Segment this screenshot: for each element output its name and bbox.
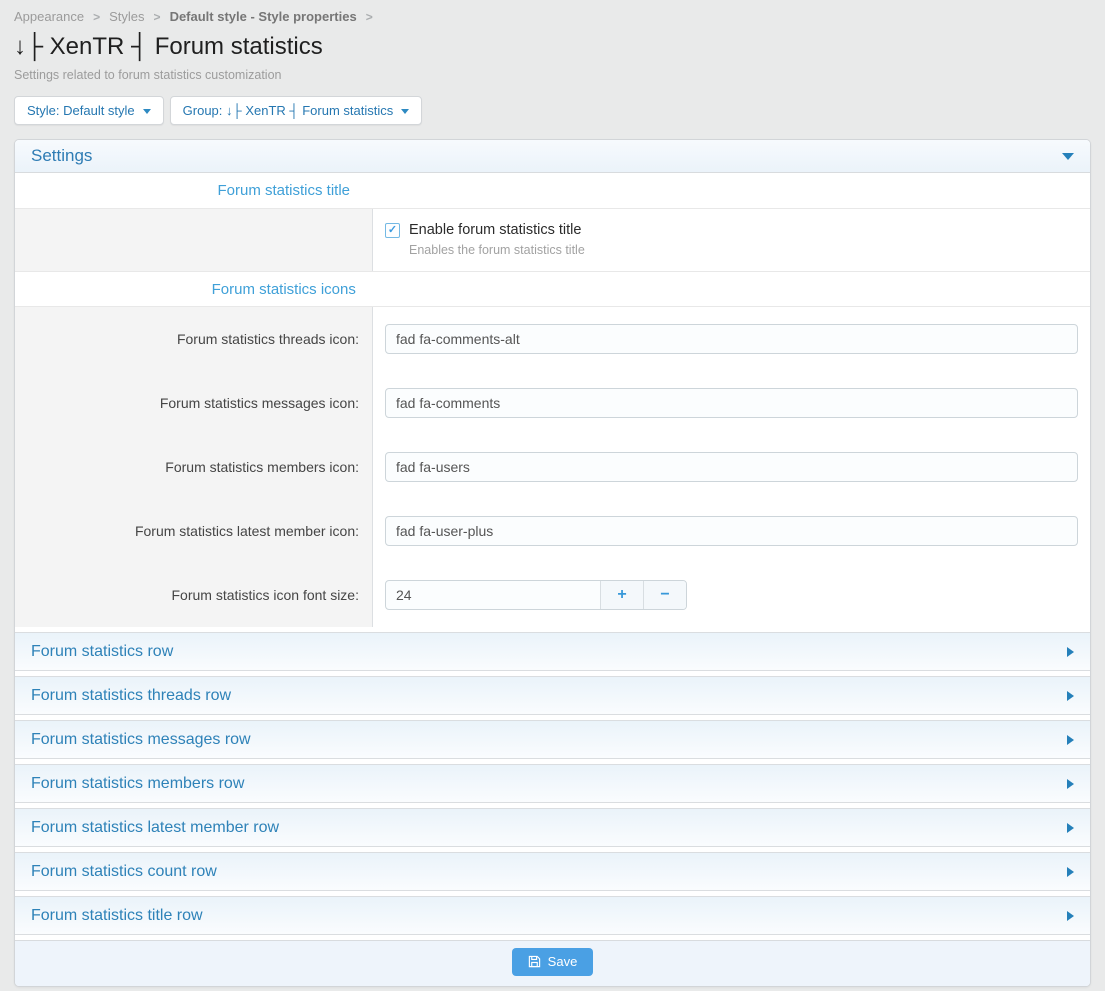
section-forum-statistics-members-row[interactable]: Forum statistics members row — [15, 764, 1090, 803]
collapse-arrow-right-icon — [1067, 735, 1074, 745]
latest-member-icon-label: Forum statistics latest member icon: — [15, 499, 373, 563]
save-button-label: Save — [548, 954, 578, 969]
latest-member-icon-row: Forum statistics latest member icon: — [15, 499, 1090, 563]
collapse-arrow-right-icon — [1067, 911, 1074, 921]
members-icon-label: Forum statistics members icon: — [15, 435, 373, 499]
save-bar: Save — [15, 940, 1090, 986]
chevron-down-icon — [143, 109, 151, 114]
enable-forum-statistics-title-hint: Enables the forum statistics title — [409, 243, 1078, 257]
section-forum-statistics-latest-member-row[interactable]: Forum statistics latest member row — [15, 808, 1090, 847]
section-forum-statistics-messages-row[interactable]: Forum statistics messages row — [15, 720, 1090, 759]
messages-icon-row: Forum statistics messages icon: — [15, 371, 1090, 435]
style-properties-block: Settings Forum statistics title ✓ Enable… — [14, 139, 1091, 987]
section-title: Forum statistics messages row — [31, 731, 251, 749]
collapse-arrow-right-icon — [1067, 691, 1074, 701]
breadcrumb-styles[interactable]: Styles — [109, 9, 144, 24]
enable-title-content-cell: ✓ Enable forum statistics title Enables … — [373, 209, 1090, 271]
section-title: Forum statistics count row — [31, 863, 217, 881]
style-properties-page: Appearance > Styles > Default style - St… — [0, 0, 1105, 987]
breadcrumb-default-style-properties[interactable]: Default style - Style properties — [170, 9, 357, 24]
page-title: ↓├ XenTR ┤ Forum statistics — [14, 33, 1091, 61]
subsection-icons-label: Forum statistics icons — [15, 272, 553, 307]
icon-font-size-input[interactable] — [386, 581, 600, 609]
collapse-arrow-right-icon — [1067, 823, 1074, 833]
group-select-label: Group: ↓├ XenTR ┤ Forum statistics — [183, 103, 394, 118]
icon-font-size-label: Forum statistics icon font size: — [15, 563, 373, 627]
enable-title-row: ✓ Enable forum statistics title Enables … — [15, 209, 1090, 271]
section-title: Forum statistics row — [31, 643, 173, 661]
settings-section-title: Settings — [31, 146, 92, 166]
page-subtitle: Settings related to forum statistics cus… — [14, 68, 1091, 82]
group-select-button[interactable]: Group: ↓├ XenTR ┤ Forum statistics — [170, 96, 423, 125]
collapse-arrow-right-icon — [1067, 867, 1074, 877]
decrement-button[interactable]: − — [643, 581, 686, 609]
section-title: Forum statistics latest member row — [31, 819, 279, 837]
icon-font-size-row: Forum statistics icon font size: + − — [15, 563, 1090, 627]
enable-title-label-cell — [15, 209, 373, 271]
style-select-label: Style: Default style — [27, 103, 135, 118]
section-title: Forum statistics members row — [31, 775, 244, 793]
latest-member-icon-input[interactable] — [385, 516, 1078, 546]
chevron-down-icon — [401, 109, 409, 114]
floppy-disk-icon — [528, 955, 541, 968]
subsection-forum-statistics-icons: Forum statistics icons — [15, 271, 1090, 307]
section-title: Forum statistics threads row — [31, 687, 231, 705]
icon-font-size-stepper: + − — [385, 580, 687, 610]
filter-row: Style: Default style Group: ↓├ XenTR ┤ F… — [14, 96, 1091, 125]
breadcrumb-appearance[interactable]: Appearance — [14, 9, 84, 24]
members-icon-input[interactable] — [385, 452, 1078, 482]
messages-icon-input[interactable] — [385, 388, 1078, 418]
collapse-arrow-down-icon — [1062, 153, 1074, 160]
breadcrumb-separator-icon: > — [154, 10, 161, 24]
subsection-title-label: Forum statistics title — [15, 173, 553, 208]
breadcrumb-separator-icon: > — [366, 10, 373, 24]
enable-forum-statistics-title-checkbox[interactable]: ✓ — [385, 223, 400, 238]
threads-icon-input[interactable] — [385, 324, 1078, 354]
breadcrumb: Appearance > Styles > Default style - St… — [14, 0, 1091, 24]
section-forum-statistics-count-row[interactable]: Forum statistics count row — [15, 852, 1090, 891]
collapse-arrow-right-icon — [1067, 779, 1074, 789]
members-icon-row: Forum statistics members icon: — [15, 435, 1090, 499]
section-forum-statistics-row[interactable]: Forum statistics row — [15, 632, 1090, 671]
section-forum-statistics-title-row[interactable]: Forum statistics title row — [15, 896, 1090, 935]
increment-button[interactable]: + — [600, 581, 643, 609]
settings-section-header[interactable]: Settings — [15, 140, 1090, 173]
messages-icon-label: Forum statistics messages icon: — [15, 371, 373, 435]
collapse-arrow-right-icon — [1067, 647, 1074, 657]
threads-icon-label: Forum statistics threads icon: — [15, 307, 373, 371]
subsection-forum-statistics-title: Forum statistics title — [15, 173, 1090, 209]
enable-forum-statistics-title-label[interactable]: Enable forum statistics title — [409, 222, 581, 238]
section-title: Forum statistics title row — [31, 907, 203, 925]
save-button[interactable]: Save — [512, 948, 594, 976]
section-forum-statistics-threads-row[interactable]: Forum statistics threads row — [15, 676, 1090, 715]
style-select-button[interactable]: Style: Default style — [14, 96, 164, 125]
threads-icon-row: Forum statistics threads icon: — [15, 307, 1090, 371]
breadcrumb-separator-icon: > — [93, 10, 100, 24]
